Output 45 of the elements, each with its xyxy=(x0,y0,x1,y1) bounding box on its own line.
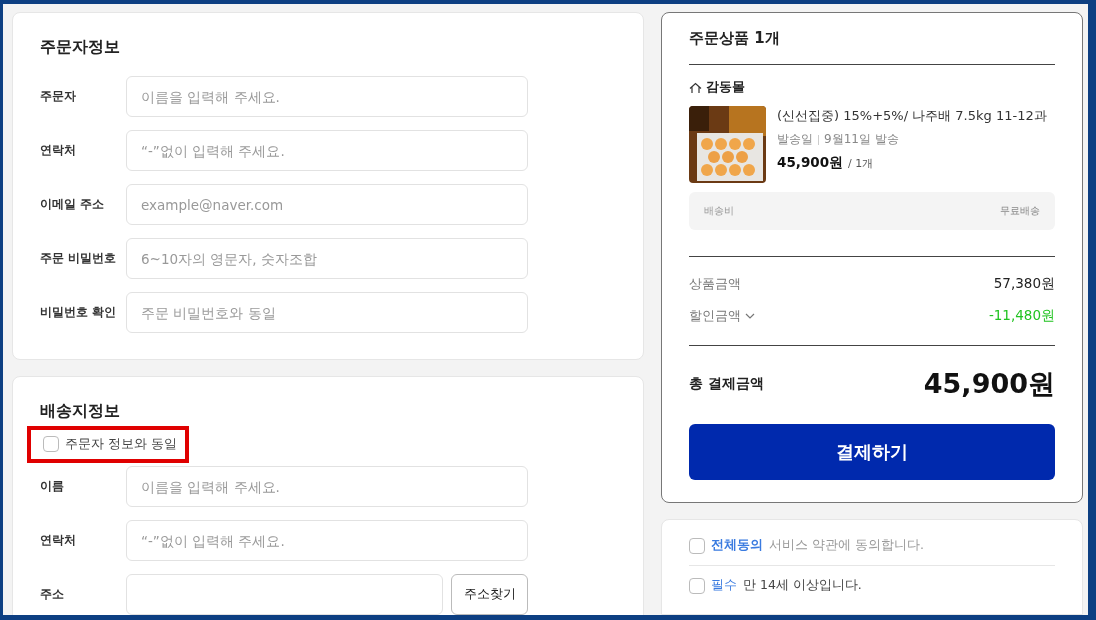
summary-title: 주문상품 1개 xyxy=(689,29,781,49)
ship-date: 9월11일 발송 xyxy=(824,131,899,148)
input-field[interactable]: “-”없이 입력해 주세요. xyxy=(126,130,528,171)
field-label: 이메일 주소 xyxy=(40,196,106,213)
total-amount: 45,900원 xyxy=(923,367,1055,401)
shipping-fee-value: 무료배송 xyxy=(1000,204,1040,218)
field-label: 주문 비밀번호 xyxy=(40,250,118,267)
field-label: 주문자 xyxy=(40,88,77,105)
field-label: 이름 xyxy=(40,478,65,495)
product-name: (신선집중) 15%+5%/ 나주배 7.5kg 11-12과 xyxy=(777,107,1047,125)
total-label: 총 결제금액 xyxy=(689,375,764,393)
amount-label: 할인금액 xyxy=(689,307,741,325)
amount-label: 상품금액 xyxy=(689,275,741,293)
address-search-button[interactable]: 주소찾기 xyxy=(451,574,528,615)
field-label: 비밀번호 확인 xyxy=(40,304,118,321)
amount-value: -11,480원 xyxy=(988,307,1055,325)
section-title: 주문자정보 xyxy=(40,37,121,58)
terms-text: 서비스 약관에 동의합니다. xyxy=(769,537,924,554)
section-title: 배송지정보 xyxy=(40,401,121,422)
checkbox[interactable] xyxy=(43,436,59,452)
field-label: 주소 xyxy=(40,586,65,603)
address-field[interactable] xyxy=(126,574,443,615)
input-field[interactable]: “-”없이 입력해 주세요. xyxy=(126,520,528,561)
product-quantity: / 1개 xyxy=(848,156,874,171)
terms-tag: 필수 xyxy=(711,577,737,594)
field-label: 연락처 xyxy=(40,532,77,549)
input-field[interactable]: example@naver.com xyxy=(126,184,528,225)
product-price: 45,900원 xyxy=(777,154,844,172)
terms-tag: 전체동의 xyxy=(711,537,763,554)
amount-value: 57,380원 xyxy=(993,275,1055,293)
pay-button[interactable]: 결제하기 xyxy=(689,424,1055,480)
checkbox-label: 주문자 정보와 동일 xyxy=(65,435,178,453)
terms-text: 만 14세 이상입니다. xyxy=(743,577,862,594)
field-label: 연락처 xyxy=(40,142,77,159)
checkbox[interactable] xyxy=(689,577,705,594)
checkbox[interactable] xyxy=(689,537,705,554)
input-field[interactable]: 6~10자의 영문자, 숫자조합 xyxy=(126,238,528,279)
shop-name: 감동몰 xyxy=(706,79,745,96)
ship-label: 발송일 xyxy=(777,131,813,148)
input-field[interactable]: 이름을 입력해 주세요. xyxy=(126,76,528,117)
chevron-down-icon xyxy=(745,313,755,319)
input-field[interactable]: 이름을 입력해 주세요. xyxy=(126,466,528,507)
shipping-fee-label: 배송비 xyxy=(704,204,734,218)
home-icon xyxy=(689,81,702,94)
input-field[interactable]: 주문 비밀번호와 동일 xyxy=(126,292,528,333)
